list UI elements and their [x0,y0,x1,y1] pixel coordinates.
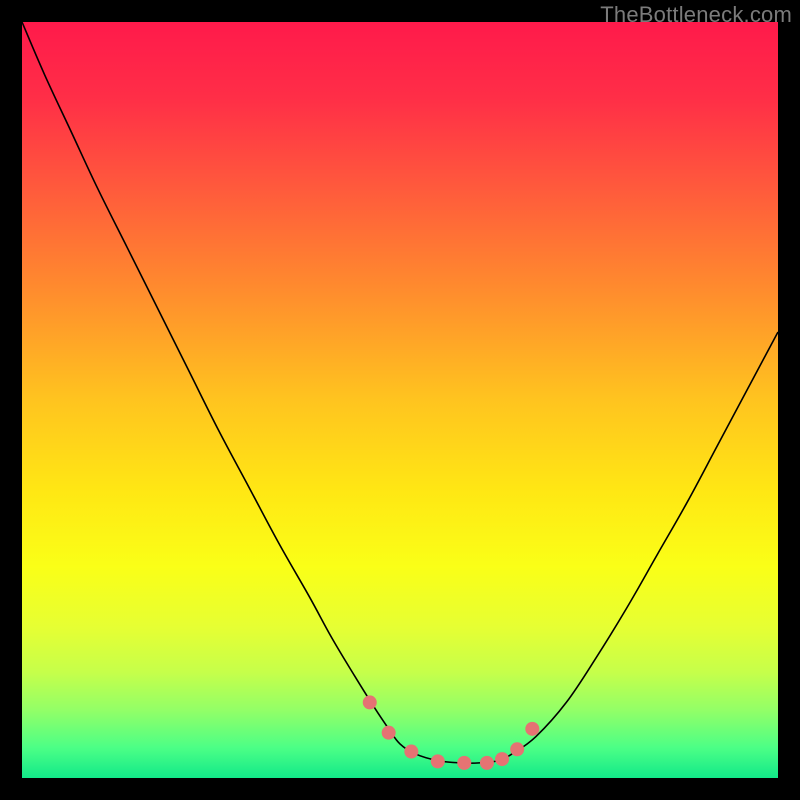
highlight-marker [457,756,471,770]
plot-area [22,22,778,778]
highlight-marker [510,742,524,756]
chart-frame: TheBottleneck.com [0,0,800,800]
highlight-marker [480,756,494,770]
highlight-marker [404,745,418,759]
highlight-marker [382,726,396,740]
gradient-background [22,22,778,778]
chart-svg [22,22,778,778]
highlight-marker [431,754,445,768]
highlight-marker [495,752,509,766]
highlight-marker [363,695,377,709]
highlight-marker [525,722,539,736]
watermark-text: TheBottleneck.com [600,2,792,28]
